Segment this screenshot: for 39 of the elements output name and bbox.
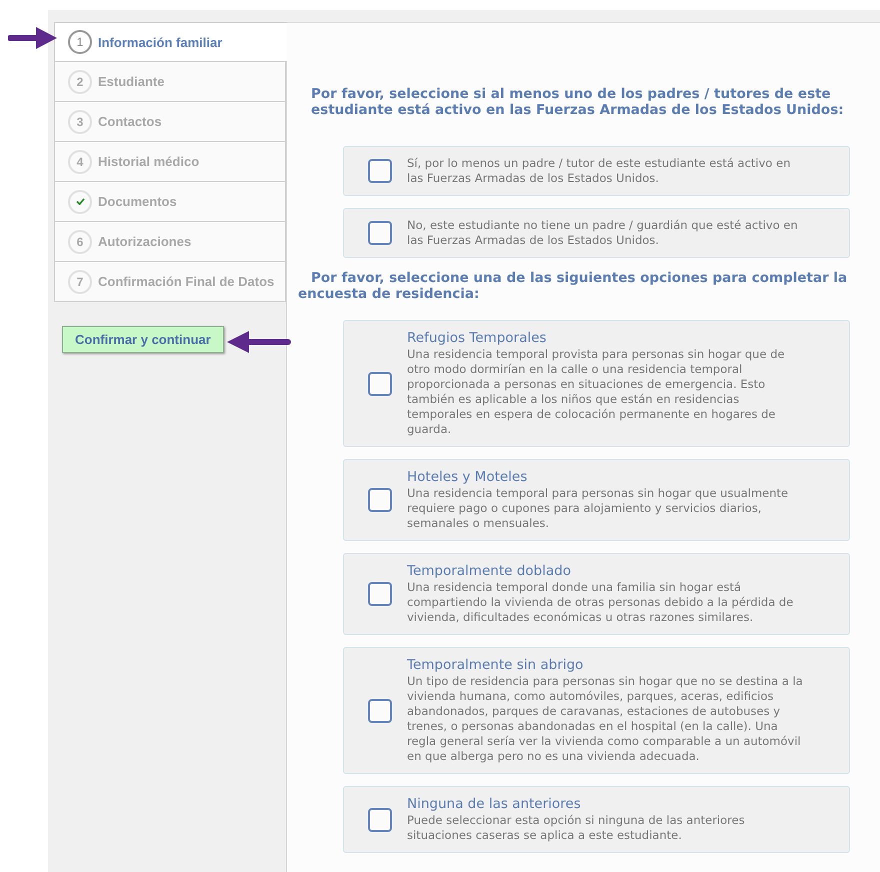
option-title: Temporalmente doblado <box>407 563 572 580</box>
option-text: No, este estudiante no tiene un padre / guardián que esté activo en las Fuerzas Armadas de los Estados Unidos. <box>407 218 799 248</box>
option-title: Temporalmente sin abrigo <box>407 657 584 674</box>
checkbox[interactable] <box>368 808 392 832</box>
question-heading: Por favor, seleccione si al menos uno de los padres / tutores de este estudiante está activo en las Fuerzas Armadas de los Estados Unidos: <box>310 86 845 118</box>
checkbox[interactable] <box>368 582 392 606</box>
checkbox[interactable] <box>368 159 392 183</box>
step-tab[interactable]: 2 Estudiante <box>54 62 286 102</box>
question-heading: Por favor, seleccione una de las siguientes opciones para completar la encuesta de residencia: <box>297 270 848 302</box>
step-tab[interactable]: 4 Historial médico <box>54 142 286 182</box>
option-title: Refugios Temporales <box>407 330 548 347</box>
pointer-arrow <box>225 330 291 354</box>
option-description: Una residencia temporal para personas sin hogar que usualmente requiere pago o cupones para alojamiento y servicios diarios, semanales o mensuales. <box>407 486 790 531</box>
step-tab[interactable]: 7 Confirmación Final de Datos <box>54 262 286 302</box>
option-description: Un tipo de residencia para personas sin hogar que no se destina a la vivienda humana, como automóviles, parques, aceras, edificios abandonados, parques de caravanas, estaciones de autobuses y trenes, o personas abandonadas en el hospital (en la calle). Una regla general sería ver la vivienda como comparable a un automóvil en que alberga pero no es una vivienda adecuada. <box>407 674 804 764</box>
option-card[interactable]: Ninguna de las anteriores Puede seleccionar esta opción si ninguna de las anteriores situaciones caseras se aplica a este estudiante. <box>343 786 850 853</box>
step-tab[interactable]: 3 Contactos <box>54 102 286 142</box>
step-tab[interactable]: 6 Autorizaciones <box>54 222 286 262</box>
checkbox[interactable] <box>368 488 392 512</box>
step-tab[interactable]: Documentos <box>54 182 286 222</box>
option-card[interactable] <box>343 647 850 774</box>
checkbox[interactable] <box>368 698 392 722</box>
step-tab[interactable]: 1 Información familiar <box>54 22 287 62</box>
option-text: Sí, por lo menos un padre / tutor de este estudiante está activo en las Fuerzas Armadas de los Estados Unidos. <box>407 156 792 186</box>
option-card[interactable]: No, este estudiante no tiene un padre / guardián que esté activo en las Fuerzas Armadas de los Estados Unidos. <box>343 208 850 258</box>
option-description: Una residencia temporal provista para personas sin hogar que de otro modo dormirían en la calle o una residencia temporal proporcionada a personas en situaciones de emergencia. Esto también es aplicable a los niños que están en residencias temporales en espera de colocación permanente en hogares de guarda. <box>407 347 786 437</box>
option-title: Ninguna de las anteriores <box>407 796 582 813</box>
checkbox[interactable] <box>368 221 392 245</box>
option-card[interactable] <box>343 320 850 447</box>
option-card[interactable]: Hoteles y Moteles Una residencia temporal para personas sin hogar que usualmente requiere pago o cupones para alojamiento y servicios diarios, semanales o mensuales. <box>343 459 850 541</box>
checkbox[interactable] <box>368 372 392 396</box>
option-description: Una residencia temporal donde una familia sin hogar está compartiendo la vivienda de otras personas debido a la pérdida de vivienda, dificultades económicas u otras razones similares. <box>407 580 794 625</box>
option-card[interactable] <box>343 553 850 635</box>
check-icon <box>76 198 84 205</box>
option-description: Puede seleccionar esta opción si ninguna de las anteriores situaciones caseras se aplica a este estudiante. <box>407 813 746 843</box>
confirm-button[interactable]: Confirmar y continuar <box>62 326 224 353</box>
option-title: Hoteles y Moteles <box>407 469 528 486</box>
pointer-arrow <box>8 26 58 50</box>
option-card[interactable]: Sí, por lo menos un padre / tutor de este estudiante está activo en las Fuerzas Armadas de los Estados Unidos. <box>343 146 850 196</box>
